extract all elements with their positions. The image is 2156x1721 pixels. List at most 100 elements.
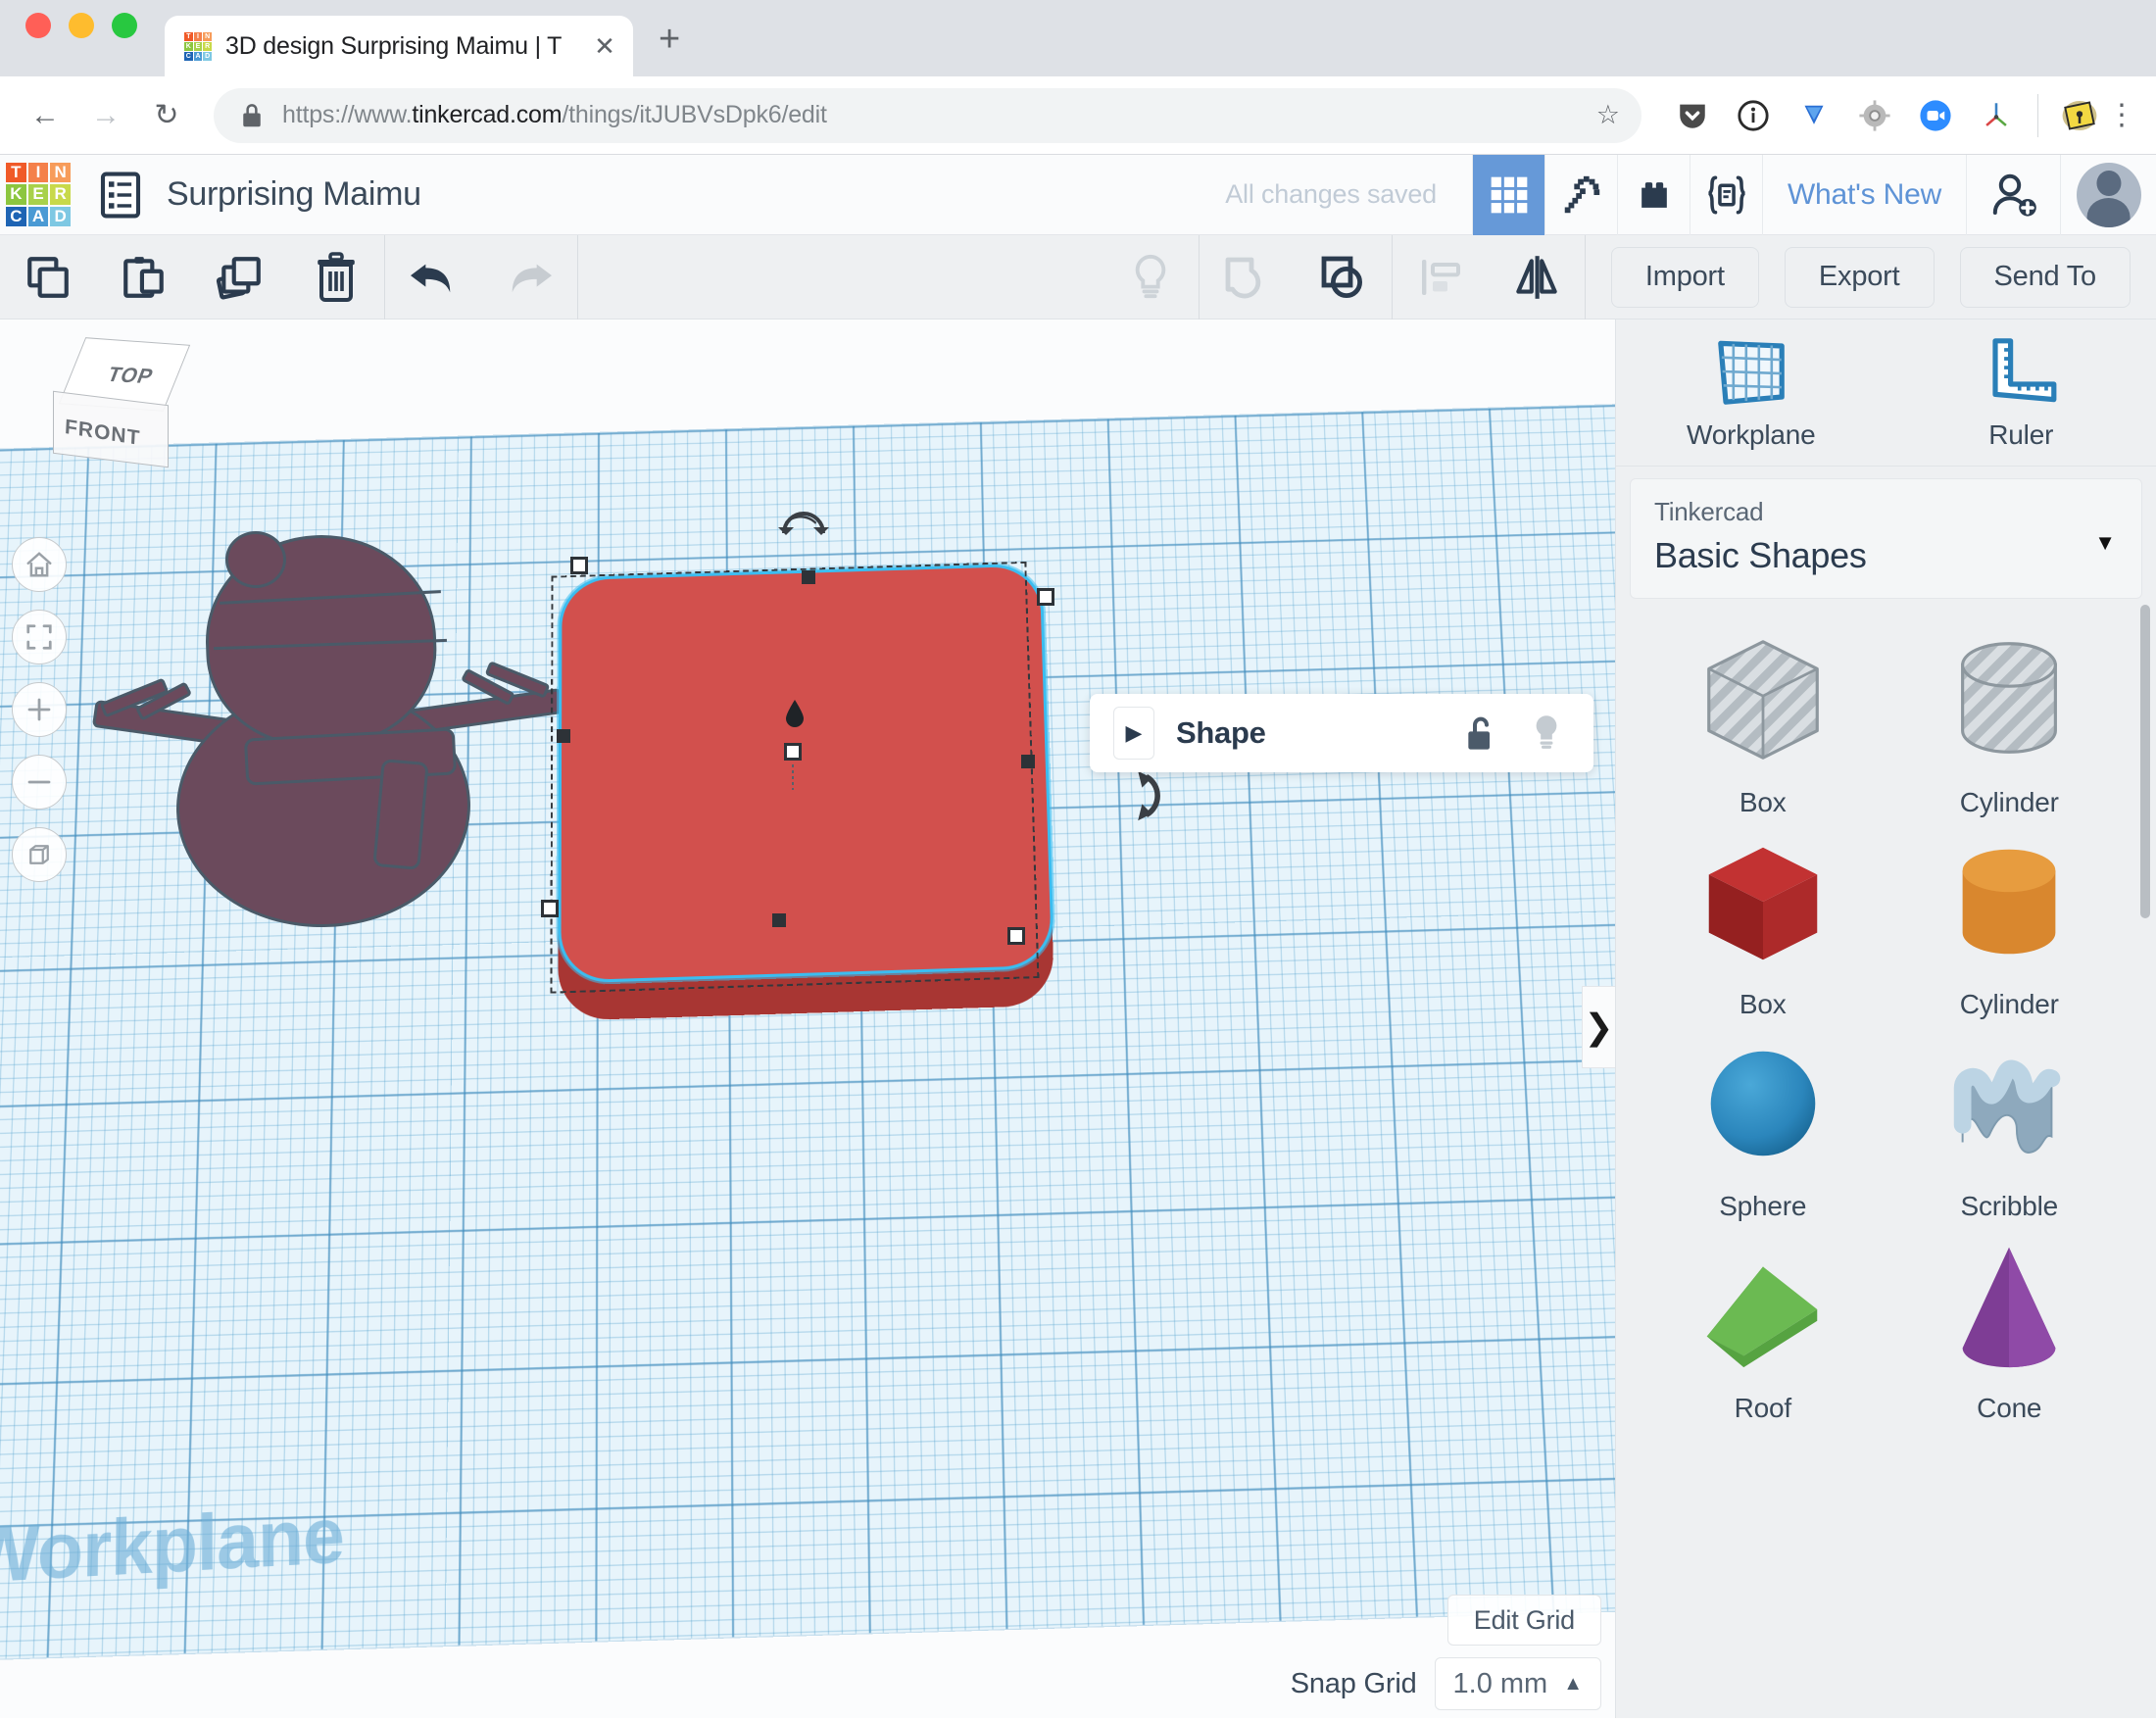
duplicate-button[interactable] [192, 235, 288, 320]
extension-icons [1661, 94, 2099, 137]
page-title[interactable]: Surprising Maimu [167, 175, 421, 214]
edit-grid-button[interactable]: Edit Grid [1447, 1595, 1601, 1646]
resize-handle-bottom-edge[interactable] [772, 913, 786, 927]
shape-panel-expand-button[interactable]: ▶ [1113, 707, 1154, 760]
height-resize-handle[interactable] [784, 743, 802, 761]
snowman-shape[interactable] [98, 525, 559, 937]
send-to-button[interactable]: Send To [1960, 247, 2132, 308]
whats-new-label: What's New [1788, 178, 1941, 212]
close-tab-icon[interactable]: ✕ [590, 31, 619, 62]
mirror-button[interactable] [1489, 235, 1585, 320]
lightbulb-icon [1129, 253, 1172, 302]
shape-roof[interactable]: Roof [1640, 1232, 1886, 1434]
ruler-tool[interactable]: Ruler [1886, 320, 2156, 466]
resize-handle-top-right[interactable] [1037, 588, 1054, 606]
redo-button[interactable] [481, 235, 577, 320]
home-view-button[interactable] [12, 537, 67, 592]
shape-cone[interactable]: Cone [1886, 1232, 2133, 1434]
tinkercad-logo[interactable]: T I N K E R C A D [6, 163, 71, 227]
hide-button[interactable] [1102, 235, 1199, 320]
resize-handle-bottom-right[interactable] [1007, 927, 1025, 945]
fit-view-button[interactable] [12, 610, 67, 664]
logo-tile: C [6, 207, 26, 227]
resize-handle-left-edge[interactable] [557, 729, 570, 743]
zoom-out-button[interactable] [12, 755, 67, 810]
shape-box-red[interactable]: Box [1640, 828, 1886, 1030]
shape-visibility-button[interactable] [1523, 710, 1570, 757]
shape-cylinder-orange[interactable]: Cylinder [1886, 828, 2133, 1030]
resize-handle-bottom-left[interactable] [541, 900, 559, 917]
resize-handle-right-edge[interactable] [1021, 755, 1035, 768]
gear-icon[interactable] [1855, 96, 1894, 135]
autodesk-icon[interactable] [1977, 96, 2016, 135]
whats-new-button[interactable]: What's New [1762, 155, 1966, 235]
shape-cylinder-hole[interactable]: Cylinder [1886, 626, 2133, 828]
align-group [1393, 235, 1585, 320]
blocks-button[interactable] [1617, 155, 1690, 235]
avatar [2077, 163, 2141, 227]
grid-view-button[interactable] [1472, 155, 1544, 235]
vpn-icon[interactable] [1794, 96, 1834, 135]
3d-canvas[interactable]: Workplane [0, 320, 1615, 1718]
info-icon[interactable] [1734, 96, 1773, 135]
view-controls [12, 537, 67, 882]
align-button[interactable] [1393, 235, 1489, 320]
shape-scribble[interactable]: Scribble [1886, 1030, 2133, 1232]
minecraft-button[interactable] [1544, 155, 1617, 235]
shape-label: Cylinder [1960, 787, 2059, 818]
collapse-sidebar-button[interactable]: ❯ [1582, 986, 1615, 1068]
address-bar[interactable]: https://www.tinkercad.com/things/itJUBVs… [214, 88, 1642, 143]
delete-button[interactable] [288, 235, 384, 320]
new-tab-button[interactable]: + [659, 19, 680, 76]
shape-library-select[interactable]: Tinkercad Basic Shapes ▼ [1630, 478, 2142, 599]
ungroup-button[interactable] [1296, 235, 1392, 320]
workplane-tool[interactable]: Workplane [1616, 320, 1886, 466]
minimize-window-button[interactable] [69, 13, 94, 38]
group-button[interactable] [1200, 235, 1296, 320]
copy-button[interactable] [0, 235, 96, 320]
url-scheme: https://www. [282, 101, 412, 128]
rotate-handle-top-icon[interactable] [776, 510, 831, 545]
zoom-video-icon[interactable] [1916, 96, 1955, 135]
workplane-watermark: Workplane [0, 1492, 345, 1602]
caution-icon[interactable] [2060, 96, 2099, 135]
sidebar-scrollbar[interactable] [2140, 605, 2150, 918]
undo-button[interactable] [385, 235, 481, 320]
resize-handle-top-left[interactable] [570, 557, 588, 574]
shape-lock-button[interactable] [1456, 710, 1503, 757]
rotate-handle-right-icon[interactable] [1127, 768, 1182, 823]
close-window-button[interactable] [25, 13, 51, 38]
zoom-in-button[interactable] [12, 682, 67, 737]
paste-icon [120, 253, 169, 302]
selected-box-shape[interactable]: ⌒ [549, 516, 1098, 976]
export-button[interactable]: Export [1785, 247, 1935, 308]
favicon-tile: D [203, 52, 212, 61]
view-navigation-cube[interactable]: TOP FRONT [47, 341, 204, 478]
document-list-icon[interactable] [100, 172, 141, 219]
maximize-window-button[interactable] [112, 13, 137, 38]
reload-button[interactable]: ↻ [139, 88, 194, 143]
bookmark-star-icon[interactable]: ☆ [1596, 100, 1620, 130]
height-handle-cone-icon[interactable] [784, 700, 806, 727]
invite-button[interactable] [1966, 155, 2060, 235]
codeblocks-button[interactable] [1690, 155, 1762, 235]
shape-properties-panel[interactable]: ▶ Shape [1090, 694, 1593, 772]
pocket-icon[interactable] [1673, 96, 1712, 135]
browser-menu-button[interactable]: ⋮ [2105, 112, 2138, 120]
snap-grid-select[interactable]: 1.0 mm ▲ [1435, 1657, 1601, 1710]
shape-sphere[interactable]: Sphere [1640, 1030, 1886, 1232]
caret-up-icon: ▲ [1563, 1673, 1583, 1696]
paste-button[interactable] [96, 235, 192, 320]
avatar-button[interactable] [2060, 155, 2156, 235]
ungroup-shapes-icon [1318, 253, 1369, 302]
import-button[interactable]: Import [1611, 247, 1759, 308]
snowman-hat-pompom [225, 531, 286, 588]
logo-tile: T [6, 163, 26, 183]
perspective-toggle-button[interactable] [12, 827, 67, 882]
resize-handle-top-edge[interactable] [802, 570, 815, 584]
browser-tab[interactable]: T I N K E R C A D 3D design Surprising M… [165, 16, 633, 76]
back-button[interactable]: ← [18, 88, 73, 143]
shape-box-hole[interactable]: Box [1640, 626, 1886, 828]
align-icon [1416, 254, 1465, 301]
forward-button[interactable]: → [78, 88, 133, 143]
